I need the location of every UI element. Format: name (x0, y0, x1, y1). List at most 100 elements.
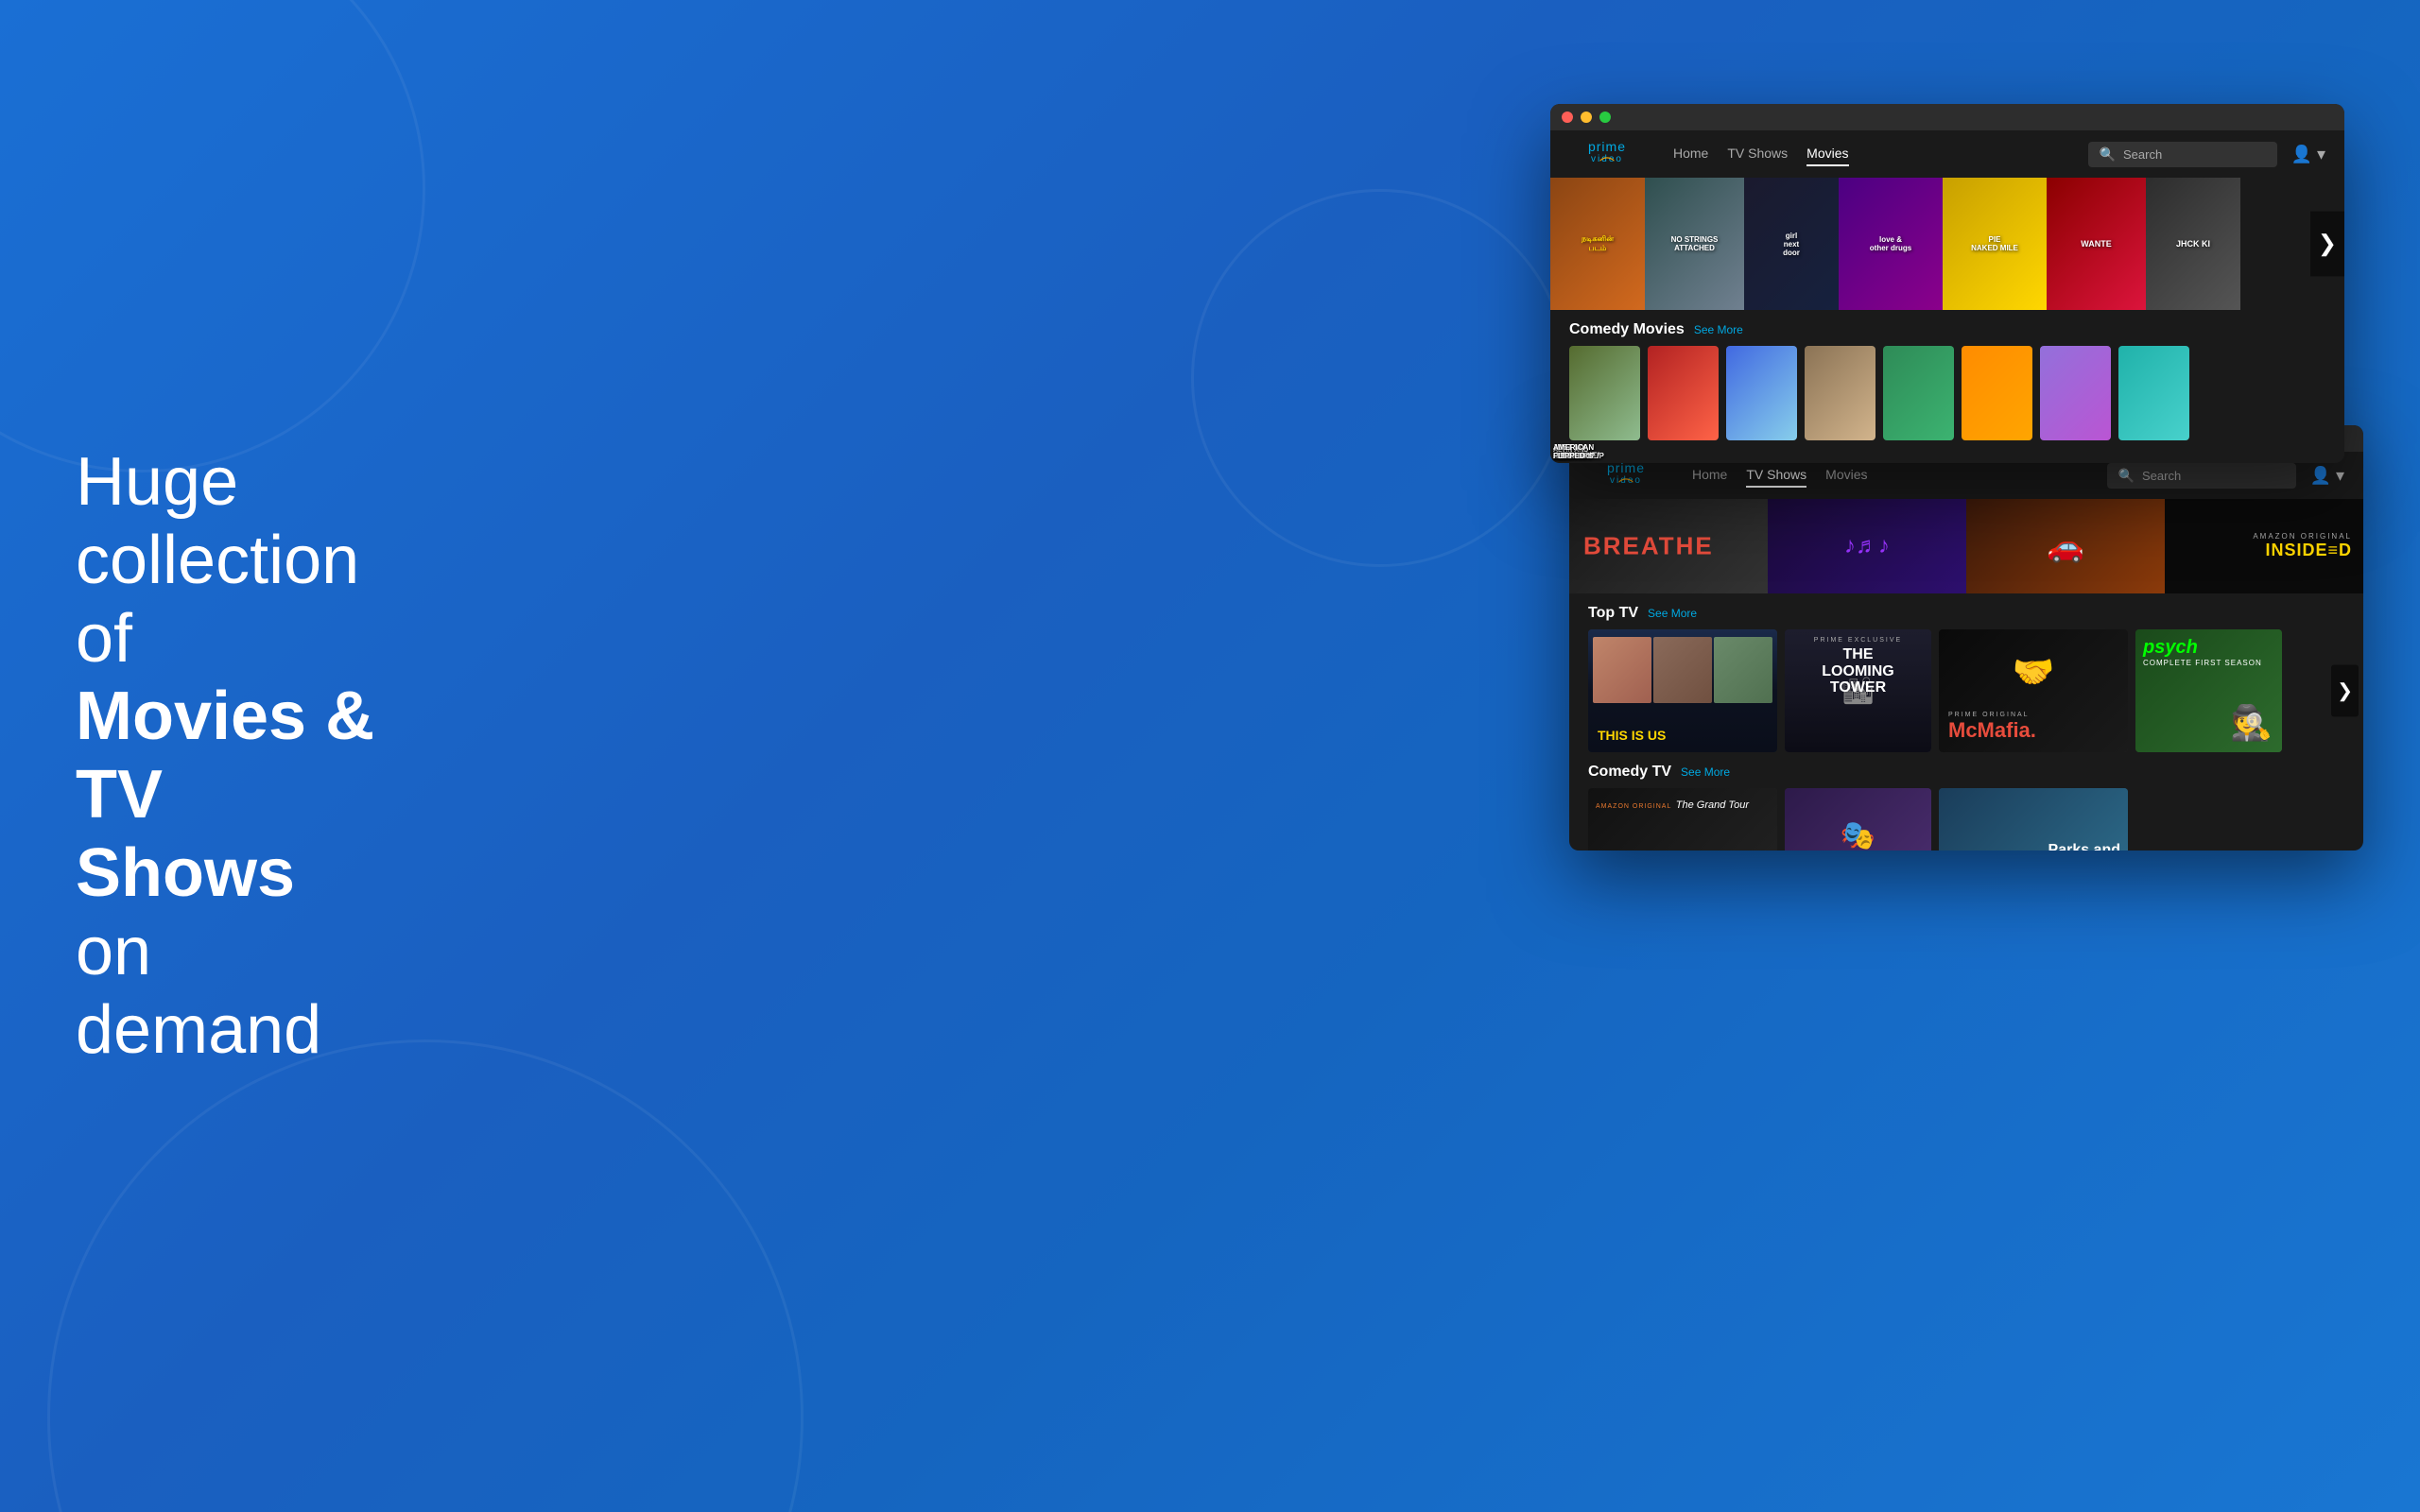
psych-title: psych (2143, 637, 2198, 658)
poster-jhck[interactable]: JHCK KI (2146, 178, 2240, 310)
logo-arrow-bottom: ⌒ (1618, 484, 1634, 491)
prime-exclusive: PRIME EXCLUSIVE (1785, 637, 1931, 644)
poster-label-6: WANTE (2077, 235, 2116, 252)
top-tv-row: THIS IS US 🏙 PRIME EXCLUSIVE THELOOMINGT… (1569, 629, 2363, 752)
dot-green-top[interactable] (1599, 112, 1611, 123)
poster-pie-naked-mile[interactable]: PIENAKED MILE (1943, 178, 2047, 310)
poster-strip-next[interactable]: ❯ (2310, 212, 2344, 277)
thumb-this-is-us[interactable]: THIS IS US (1588, 629, 1777, 752)
thumb-comedy-2[interactable]: 🎭 (1785, 788, 1931, 850)
nav-tvshows-top[interactable]: TV Shows (1727, 142, 1788, 166)
breathe-title: BREATHE (1583, 532, 1714, 561)
thumb-road-trip[interactable]: ROAD TRIP (1726, 346, 1797, 440)
comedy-tv-see-more[interactable]: See More (1681, 765, 1730, 779)
amazon-original-label: AMAZON ORIGINAL (2253, 532, 2352, 541)
comedy-tv-header: Comedy TV See More (1569, 752, 2363, 788)
mcmafia-title: McMafia. (1948, 718, 2036, 743)
headline-bold: Movies & TVShows (76, 678, 416, 912)
thumb-more-comedy[interactable] (2118, 346, 2189, 440)
nav-tvshows-bottom[interactable]: TV Shows (1746, 463, 1806, 488)
looming-tower-title: THELOOMINGTOWER (1785, 646, 1931, 696)
dj-label: ♪♬♪ (1844, 533, 1890, 559)
headline-part1: Huge collection of (76, 443, 416, 678)
prime-original: PRIME ORIGINAL (1948, 712, 2036, 718)
comedy-movies-row: KNOCKED UP AIRPLANE! ROAD TRIP ALVIN AND… (1550, 346, 2344, 440)
comedy2-icon: 🎭 (1841, 819, 1876, 851)
psych-subtitle: COMPLETE FIRST SEASON (2143, 659, 2262, 667)
comedy-movies-header: Comedy Movies See More (1550, 310, 2344, 346)
nav-links-top: Home TV Shows Movies (1673, 142, 2088, 166)
search-text-bottom: Search (2142, 469, 2181, 483)
nav-movies-bottom[interactable]: Movies (1825, 463, 1867, 488)
thumb-psych[interactable]: 🕵️ psych COMPLETE FIRST SEASON (2135, 629, 2282, 752)
comedy-tv-row: AMAZON ORIGINAL The Grand Tour GT 🎭 (1569, 788, 2363, 850)
parks-rec-title: Parks andRecreation (2042, 842, 2120, 850)
navbar-top: prime video ⌒ Home TV Shows Movies 🔍 Sea… (1550, 130, 2344, 178)
logo-text-top: prime (1588, 139, 1626, 154)
window-movies: prime video ⌒ Home TV Shows Movies 🔍 Sea… (1550, 104, 2344, 463)
user-icon-top[interactable]: 👤 ▾ (2291, 145, 2325, 164)
thumb-grand-tour[interactable]: AMAZON ORIGINAL The Grand Tour GT (1588, 788, 1777, 850)
poster-girl-next-door[interactable]: girlnextdoor (1744, 178, 1839, 310)
top-tv-section: THIS IS US 🏙 PRIME EXCLUSIVE THELOOMINGT… (1569, 629, 2363, 752)
looming-tower-label: PRIME EXCLUSIVE THELOOMINGTOWER (1785, 637, 1931, 696)
top-tv-header: Top TV See More (1569, 593, 2363, 629)
poster-label-1: நடிகனின்படம் (1578, 231, 1617, 257)
poster-label-7: JHCK KI (2172, 235, 2214, 252)
poster-strip-top: நடிகனின்படம் NO STRINGSATTACHED girlnext… (1550, 178, 2344, 310)
titlebar-top (1550, 104, 2344, 130)
poster-wanted[interactable]: WANTE (2047, 178, 2146, 310)
thumb-just-my-luck[interactable]: JUST MYLUCK (1883, 346, 1954, 440)
logo-arrow-top: ⌒ (1599, 163, 1615, 170)
thumb-flipped[interactable]: FLIPPED (2040, 346, 2111, 440)
search-bar-bottom[interactable]: 🔍 Search (2107, 463, 2296, 489)
top-tv-see-more[interactable]: See More (1648, 607, 1697, 620)
poster-love-drugs[interactable]: love &other drugs (1839, 178, 1943, 310)
thumb-airplane[interactable]: AIRPLANE! (1648, 346, 1719, 440)
search-icon-top: 🔍 (2100, 146, 2116, 163)
prime-logo-bottom: prime video ⌒ (1588, 460, 1664, 491)
nav-home-bottom[interactable]: Home (1692, 463, 1727, 488)
hero-car[interactable]: 🚗 (1966, 499, 2165, 593)
top-tv-title: Top TV (1588, 605, 1638, 622)
thumb-american-pie[interactable]: AMERICANPIE 2 (1962, 346, 2032, 440)
prime-logo-top: prime video ⌒ (1569, 139, 1645, 170)
thumb-mcmafia[interactable]: 🤝 PRIME ORIGINAL McMafia. (1939, 629, 2128, 752)
grand-tour-title: The Grand Tour (1676, 799, 1749, 811)
grand-tour-label: AMAZON ORIGINAL The Grand Tour (1596, 796, 1749, 813)
hero-inside-ed[interactable]: AMAZON ORIGINAL INSIDE≡D (2165, 499, 2363, 593)
this-is-us-title: THIS IS US (1598, 728, 1666, 743)
hero-breathe[interactable]: BREATHE (1569, 499, 1768, 593)
left-panel: Huge collection of Movies & TVShows onde… (76, 443, 416, 1069)
search-icon-bottom: 🔍 (2118, 468, 2135, 484)
hero-strip: BREATHE ♪♬♪ 🚗 AMAZON ORIGINAL INSIDE≡D (1569, 499, 2363, 593)
nav-home-top[interactable]: Home (1673, 142, 1708, 166)
comedy-movies-see-more[interactable]: See More (1694, 323, 1743, 336)
search-text-top: Search (2123, 147, 2162, 162)
poster-label-2: NO STRINGSATTACHED (1668, 232, 1722, 256)
user-icon-bottom[interactable]: 👤 ▾ (2310, 466, 2344, 486)
thumb-looming-tower[interactable]: 🏙 PRIME EXCLUSIVE THELOOMINGTOWER (1785, 629, 1931, 752)
inside-ed-title: INSIDE≡D (2265, 541, 2352, 560)
thumb-knocked-up[interactable]: KNOCKED UP (1569, 346, 1640, 440)
nav-movies-top[interactable]: Movies (1806, 142, 1848, 166)
poster-indian-film[interactable]: நடிகனின்படம் (1550, 178, 1645, 310)
poster-no-strings[interactable]: NO STRINGSATTACHED (1645, 178, 1744, 310)
thumb-alvin[interactable]: ALVIN ANDCHIPMUNKS (1805, 346, 1876, 440)
dot-red-top[interactable] (1562, 112, 1573, 123)
window-tvshows: prime video ⌒ Home TV Shows Movies 🔍 Sea… (1569, 425, 2363, 850)
comedy-tv-title: Comedy TV (1588, 764, 1671, 781)
amazon-original-grand: AMAZON ORIGINAL (1596, 803, 1671, 810)
windows-container: prime video ⌒ Home TV Shows Movies 🔍 Sea… (1550, 104, 2363, 1408)
headline-part2: ondemand (76, 913, 416, 1070)
comedy-movies-title: Comedy Movies (1569, 321, 1685, 338)
mcmafia-label: PRIME ORIGINAL McMafia. (1948, 712, 2036, 743)
dot-yellow-top[interactable] (1581, 112, 1592, 123)
search-bar-top[interactable]: 🔍 Search (2088, 142, 2277, 167)
car-label: 🚗 (2047, 528, 2084, 564)
poster-label-3: girlnextdoor (1779, 228, 1804, 261)
poster-label-4: love &other drugs (1866, 232, 1915, 256)
top-tv-next[interactable]: ❯ (2331, 665, 2359, 717)
hero-dj[interactable]: ♪♬♪ (1768, 499, 1966, 593)
thumb-parks-rec[interactable]: Parks andRecreation (1939, 788, 2128, 850)
